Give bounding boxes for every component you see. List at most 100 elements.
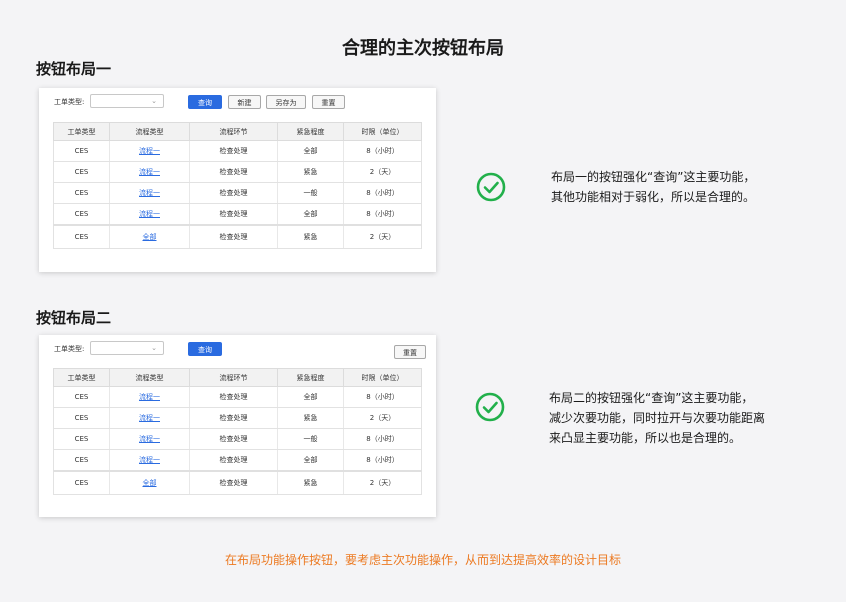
table-cell: 一般	[277, 182, 344, 204]
table-cell: CES	[53, 203, 110, 226]
process-link[interactable]: 流程一	[139, 414, 160, 422]
table-cell: 全部	[277, 386, 344, 408]
section-heading-layout1: 按钮布局一	[36, 60, 112, 78]
toolbar: 工单类型: ⌄ 查询 新建 另存为 重置	[39, 88, 436, 118]
table-cell: CES	[53, 428, 110, 450]
layout2-panel: 工单类型: ⌄ 查询 重置 工单类型 流程类型 流程环节 紧急程度 时限（单位）…	[39, 335, 436, 517]
check-circle-icon	[476, 172, 506, 202]
table-cell: 8（小时）	[343, 386, 422, 408]
description-line: 布局二的按钮强化“查询”这主要功能，	[549, 391, 754, 405]
chevron-down-icon: ⌄	[151, 97, 157, 105]
table-cell: 全部	[109, 470, 190, 495]
column-header: 流程类型	[109, 368, 190, 387]
table-cell: 检查处理	[189, 470, 278, 495]
query-button[interactable]: 查询	[188, 342, 222, 356]
table-cell: 检查处理	[189, 386, 278, 408]
table-cell: 全部	[277, 203, 344, 226]
table-cell: 检查处理	[189, 224, 278, 249]
table-cell: 检查处理	[189, 428, 278, 450]
table-cell: 2（天）	[343, 407, 422, 429]
process-link[interactable]: 流程一	[139, 189, 160, 197]
work-order-type-select[interactable]: ⌄	[90, 341, 164, 355]
table-cell: 一般	[277, 428, 344, 450]
table-cell: CES	[53, 140, 110, 162]
description-line: 其他功能相对于弱化，所以是合理的。	[551, 190, 756, 204]
table-cell: 8（小时）	[343, 449, 422, 472]
table-cell: 8（小时）	[343, 182, 422, 204]
table-row: CES 流程一 检查处理 一般 8（小时）	[53, 182, 422, 204]
process-link[interactable]: 全部	[143, 479, 157, 487]
table-cell: 8（小时）	[343, 428, 422, 450]
table-row: CES 流程一 检查处理 紧急 2（天）	[53, 161, 422, 183]
table-cell: 流程一	[109, 203, 190, 226]
work-order-type-label: 工单类型:	[54, 98, 85, 106]
column-header: 工单类型	[53, 368, 110, 387]
table-cell: 流程一	[109, 428, 190, 450]
table-row: CES 流程一 检查处理 全部 8（小时）	[53, 140, 422, 162]
table-cell: 全部	[277, 449, 344, 472]
process-link[interactable]: 流程一	[139, 435, 160, 443]
table-cell: 检查处理	[189, 161, 278, 183]
table-cell: 检查处理	[189, 182, 278, 204]
reset-button[interactable]: 重置	[394, 345, 426, 359]
table-cell: 2（天）	[343, 161, 422, 183]
table-row: CES 流程一 检查处理 全部 8（小时）	[53, 203, 422, 226]
table-cell: 2（天）	[343, 470, 422, 495]
check-circle-icon	[475, 392, 505, 422]
column-header: 时限（单位）	[343, 122, 422, 141]
process-link[interactable]: 流程一	[139, 456, 160, 464]
table-cell: 流程一	[109, 407, 190, 429]
results-table: 工单类型 流程类型 流程环节 紧急程度 时限（单位） CES 流程一 检查处理 …	[53, 122, 422, 249]
query-button[interactable]: 查询	[188, 95, 222, 109]
table-row: CES 流程一 检查处理 一般 8（小时）	[53, 428, 422, 450]
table-cell: 2（天）	[343, 224, 422, 249]
layout1-description: 布局一的按钮强化“查询”这主要功能， 其他功能相对于弱化，所以是合理的。	[551, 167, 755, 207]
section-heading-layout2: 按钮布局二	[36, 309, 112, 327]
reset-button[interactable]: 重置	[312, 95, 345, 109]
description-line: 减少次要功能，同时拉开与次要功能距离	[549, 411, 766, 425]
table-cell: 紧急	[277, 470, 344, 495]
toolbar: 工单类型: ⌄ 查询 重置	[39, 335, 436, 365]
table-cell: CES	[53, 449, 110, 472]
column-header: 紧急程度	[277, 368, 344, 387]
table-row: CES 流程一 检查处理 全部 8（小时）	[53, 386, 422, 408]
table-cell: 紧急	[277, 224, 344, 249]
process-link[interactable]: 流程一	[139, 147, 160, 155]
new-button[interactable]: 新建	[228, 95, 261, 109]
table-cell: 紧急	[277, 407, 344, 429]
table-row: CES 流程一 检查处理 全部 8（小时）	[53, 449, 422, 472]
description-line: 来凸显主要功能，所以也是合理的。	[549, 431, 742, 445]
table-row: CES 流程一 检查处理 紧急 2（天）	[53, 407, 422, 429]
results-table: 工单类型 流程类型 流程环节 紧急程度 时限（单位） CES 流程一 检查处理 …	[53, 368, 422, 495]
column-header: 流程环节	[189, 368, 278, 387]
column-header: 流程类型	[109, 122, 190, 141]
process-link[interactable]: 流程一	[139, 168, 160, 176]
table-cell: CES	[53, 161, 110, 183]
table-cell: CES	[53, 407, 110, 429]
footer-note: 在布局功能操作按钮，要考虑主次功能操作，从而到达提高效率的设计目标	[224, 553, 621, 567]
table-cell: 流程一	[109, 449, 190, 472]
table-cell: CES	[53, 224, 110, 249]
table-cell: 8（小时）	[343, 203, 422, 226]
process-link[interactable]: 流程一	[139, 210, 160, 218]
work-order-type-select[interactable]: ⌄	[90, 94, 164, 108]
table-cell: 全部	[109, 224, 190, 249]
work-order-type-label: 工单类型:	[54, 345, 85, 353]
column-header: 时限（单位）	[343, 368, 422, 387]
table-cell: 8（小时）	[343, 140, 422, 162]
table-cell: 流程一	[109, 386, 190, 408]
table-cell: 检查处理	[189, 140, 278, 162]
process-link[interactable]: 流程一	[139, 393, 160, 401]
process-link[interactable]: 全部	[143, 233, 157, 241]
description-line: 布局一的按钮强化“查询”这主要功能，	[551, 170, 756, 184]
column-header: 工单类型	[53, 122, 110, 141]
save-as-button[interactable]: 另存为	[266, 95, 306, 109]
column-header: 流程环节	[189, 122, 278, 141]
page-title: 合理的主次按钮布局	[342, 38, 504, 59]
table-cell: 全部	[277, 140, 344, 162]
table-cell: 检查处理	[189, 407, 278, 429]
table-cell: 检查处理	[189, 449, 278, 472]
table-row: CES 全部 检查处理 紧急 2（天）	[53, 224, 422, 249]
column-header: 紧急程度	[277, 122, 344, 141]
table-row: CES 全部 检查处理 紧急 2（天）	[53, 470, 422, 495]
